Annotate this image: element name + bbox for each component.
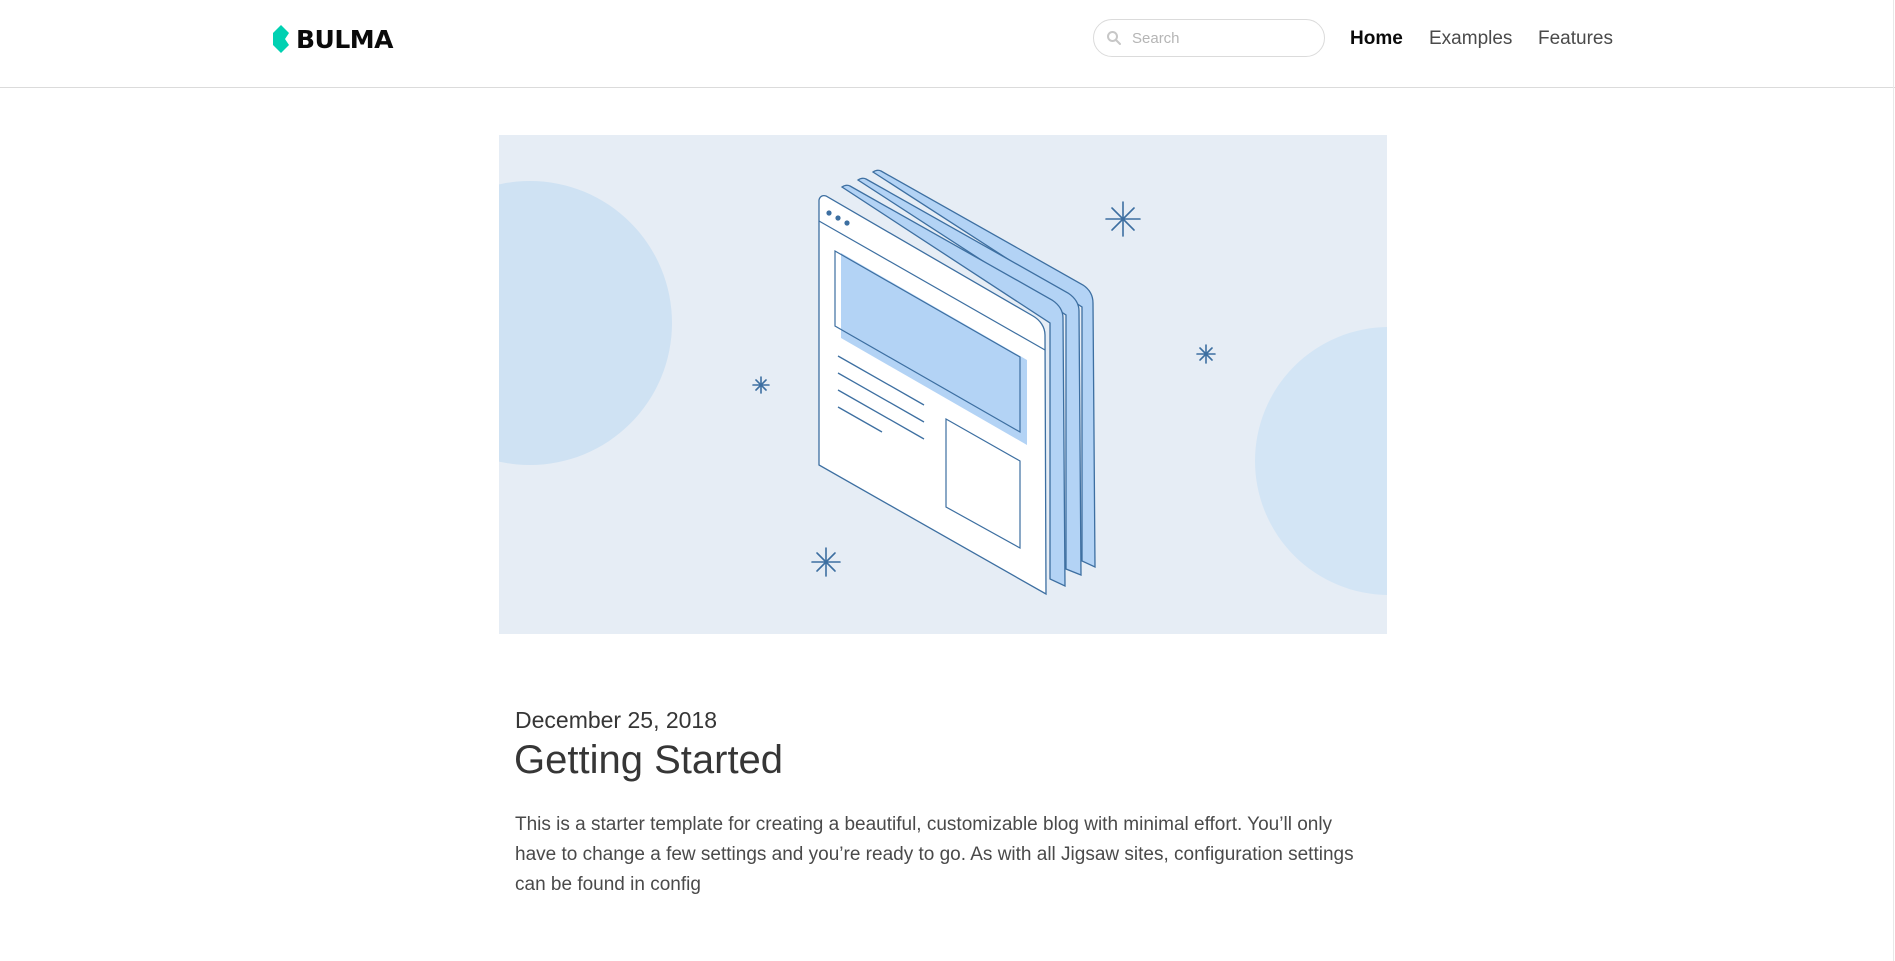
scrollbar-track — [1893, 0, 1894, 961]
isometric-browser-windows-illustration — [499, 169, 1387, 596]
hero-image — [499, 135, 1387, 634]
nav-home-link[interactable]: Home — [1350, 28, 1403, 50]
search-input[interactable] — [1132, 27, 1312, 49]
bulma-logo-icon — [273, 25, 289, 53]
nav-examples-link[interactable]: Examples — [1429, 28, 1512, 50]
brand-logo[interactable]: BULMA — [271, 24, 394, 54]
post-date: December 25, 2018 — [515, 707, 718, 733]
post-title[interactable]: Getting Started — [514, 738, 783, 783]
brand-name: BULMA — [296, 24, 394, 54]
nav-features-link[interactable]: Features — [1538, 28, 1613, 50]
search-box[interactable] — [1093, 19, 1325, 57]
search-icon — [1107, 31, 1121, 45]
post-excerpt: This is a starter template for creating … — [515, 814, 1354, 895]
navbar: BULMA Home Examples Features — [0, 0, 1895, 88]
